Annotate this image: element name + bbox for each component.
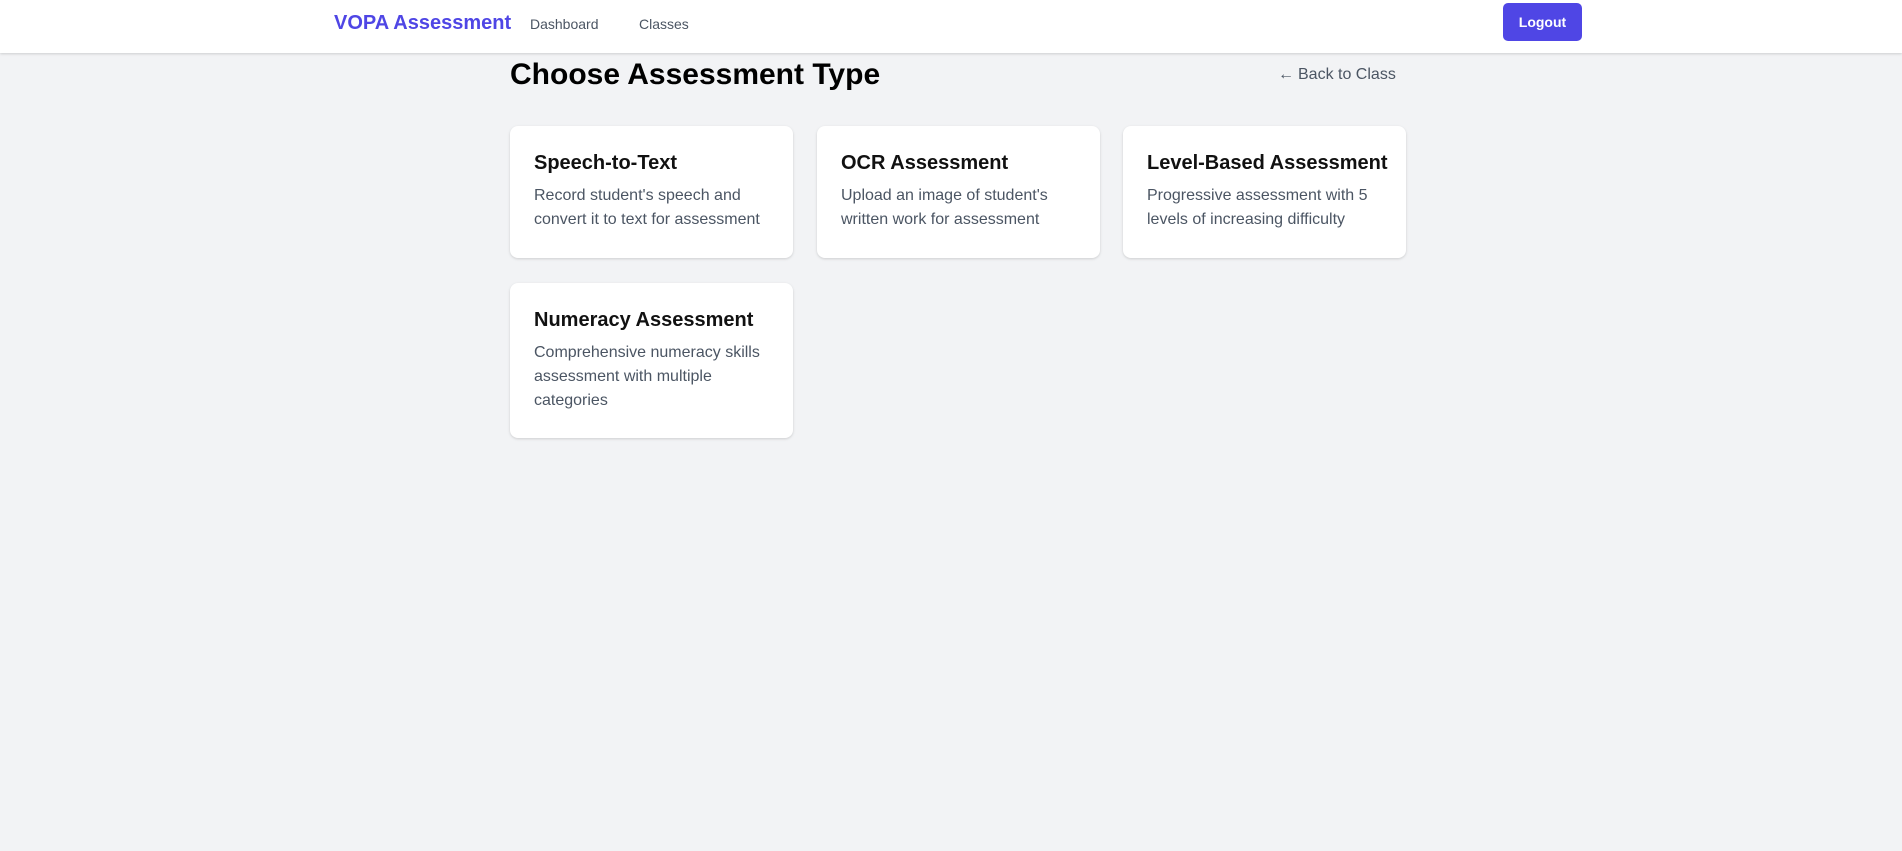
card-speech-to-text[interactable]: Speech-to-Text Record student's speech a… bbox=[510, 126, 793, 258]
card-description: Upload an image of student's written wor… bbox=[841, 187, 1048, 228]
card-title: Speech-to-Text bbox=[534, 152, 677, 174]
card-numeracy-assessment[interactable]: Numeracy Assessment Comprehensive numera… bbox=[510, 283, 793, 438]
card-description: Comprehensive numeracy skills assessment… bbox=[534, 344, 760, 409]
card-description: Progressive assessment with 5 levels of … bbox=[1147, 187, 1368, 228]
back-to-class-link[interactable]: ← Back to Class bbox=[1278, 65, 1396, 85]
card-description: Record student's speech and convert it t… bbox=[534, 187, 760, 228]
back-link-label: Back to Class bbox=[1298, 66, 1396, 83]
nav-link-classes[interactable]: Classes bbox=[639, 15, 689, 33]
brand-logo[interactable]: VOPA Assessment bbox=[334, 11, 511, 35]
card-title: Numeracy Assessment bbox=[534, 309, 754, 331]
card-ocr-assessment[interactable]: OCR Assessment Upload an image of studen… bbox=[817, 126, 1100, 258]
card-title: OCR Assessment bbox=[841, 152, 1009, 174]
top-navbar: VOPA Assessment Dashboard Classes Logout bbox=[0, 0, 1902, 53]
page-title: Choose Assessment Type bbox=[510, 58, 881, 91]
nav-link-dashboard[interactable]: Dashboard bbox=[530, 15, 599, 33]
arrow-left-icon: ← bbox=[1278, 66, 1294, 83]
card-level-based-assessment[interactable]: Level-Based Assessment Progressive asses… bbox=[1123, 126, 1406, 258]
card-title: Level-Based Assessment bbox=[1147, 152, 1388, 174]
logout-button[interactable]: Logout bbox=[1503, 3, 1582, 41]
